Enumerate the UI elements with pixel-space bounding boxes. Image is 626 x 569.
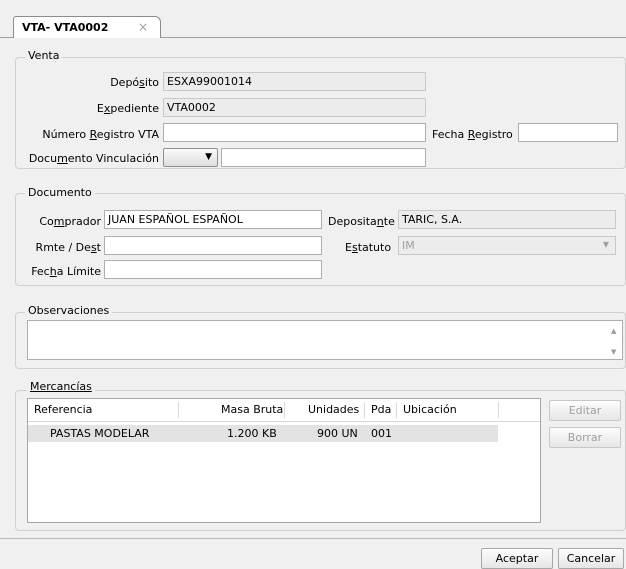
- chevron-down-icon: ▼: [602, 240, 609, 249]
- comprador-label: Comprador: [39, 215, 101, 228]
- column-header[interactable]: Masa Bruta: [221, 403, 283, 416]
- doc-vinculacion-input[interactable]: [221, 148, 426, 167]
- column-divider: [364, 402, 365, 418]
- chevron-down-icon: ▼: [205, 152, 212, 162]
- numero-registro-input[interactable]: [163, 123, 426, 142]
- footer-divider: [0, 538, 626, 539]
- rmte-dest-label: Rmte / Dest: [35, 241, 101, 254]
- column-header[interactable]: Referencia: [34, 403, 92, 416]
- tab-title: VTA- VTA0002: [22, 21, 109, 34]
- doc-vinculacion-select[interactable]: ▼: [163, 148, 218, 167]
- rmte-dest-input[interactable]: [104, 236, 322, 255]
- estatuto-select[interactable]: IM ▼: [398, 236, 616, 255]
- documento-group-title: Documento: [25, 186, 95, 199]
- expediente-field[interactable]: VTA0002: [163, 98, 426, 117]
- deposito-label: Depósito: [110, 76, 159, 89]
- column-header[interactable]: Pda: [371, 403, 391, 416]
- estatuto-label: Estatuto: [345, 241, 392, 254]
- mercancias-table[interactable]: Referencia Masa Bruta Unidades Pda Ubica…: [27, 398, 541, 523]
- cell-unidades: 900 UN: [317, 427, 358, 440]
- venta-group-title: Venta: [25, 49, 63, 62]
- editar-button[interactable]: Editar: [549, 400, 621, 421]
- column-divider: [284, 402, 285, 418]
- scroll-down-icon[interactable]: ▼: [611, 348, 616, 356]
- fecha-registro-label: Fecha Registro: [432, 128, 513, 141]
- fecha-limite-label: Fecha Límite: [31, 265, 101, 278]
- close-icon[interactable]: ×: [138, 20, 148, 34]
- cell-masa-bruta: 1.200 KB: [227, 427, 277, 440]
- column-header[interactable]: Ubicación: [403, 403, 457, 416]
- expediente-label: Expediente: [96, 102, 159, 115]
- table-header: Referencia Masa Bruta Unidades Pda Ubica…: [28, 399, 540, 422]
- column-divider: [498, 402, 499, 418]
- observaciones-group-title: Observaciones: [25, 304, 113, 317]
- depositante-field[interactable]: TARIC, S.A.: [398, 210, 616, 229]
- deposito-field[interactable]: ESXA99001014: [163, 72, 426, 91]
- scroll-up-icon[interactable]: ▲: [611, 327, 616, 335]
- tab-vta0002[interactable]: VTA- VTA0002 ×: [13, 16, 161, 38]
- column-header[interactable]: Unidades: [308, 403, 359, 416]
- fecha-limite-input[interactable]: [104, 260, 322, 279]
- column-divider: [396, 402, 397, 418]
- numero-registro-label: Número Registro VTA: [42, 128, 159, 141]
- aceptar-button[interactable]: Aceptar: [481, 548, 553, 569]
- observaciones-textarea[interactable]: [27, 320, 623, 360]
- borrar-button[interactable]: Borrar: [549, 427, 621, 448]
- cell-pda: 001: [371, 427, 392, 440]
- cancelar-button[interactable]: Cancelar: [558, 548, 624, 569]
- comprador-input[interactable]: JUAN ESPAÑOL ESPAÑOL: [104, 210, 322, 229]
- mercancias-group-title: Mercancías: [27, 380, 95, 393]
- fecha-registro-input[interactable]: [518, 123, 618, 142]
- column-divider: [178, 402, 179, 418]
- cell-referencia: PASTAS MODELAR: [50, 427, 150, 440]
- depositante-label: Depositante: [328, 215, 395, 228]
- estatuto-value: IM: [402, 239, 415, 252]
- table-row[interactable]: PASTAS MODELAR 1.200 KB 900 UN 001: [28, 425, 498, 442]
- doc-vinculacion-label: Documento Vinculación: [28, 152, 159, 165]
